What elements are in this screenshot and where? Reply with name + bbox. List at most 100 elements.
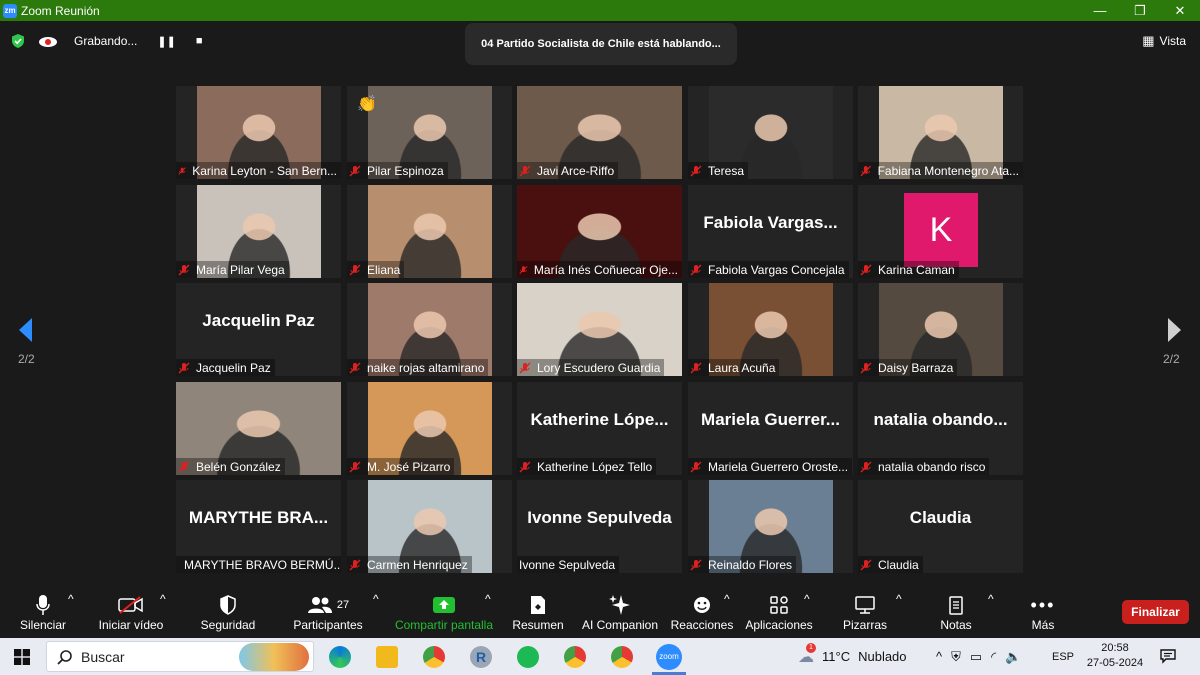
muted-microphone-icon <box>690 461 702 472</box>
muted-microphone-icon <box>519 461 531 472</box>
meeting-toolbar: Silenciar ^ Iniciar vídeo ^ Seguridad 27… <box>0 588 1200 638</box>
participant-name: Lory Escudero Guardia <box>537 360 661 375</box>
participant-tile[interactable]: Claudia Claudia <box>858 480 1023 573</box>
participant-tile[interactable]: Teresa <box>688 86 853 179</box>
participant-tile[interactable]: Carmen Henriquez <box>347 480 512 573</box>
participant-tile[interactable]: Jacquelin Paz Jacquelin Paz <box>176 283 341 376</box>
participant-tile[interactable]: Javi Arce-Riffo <box>517 86 682 179</box>
close-button[interactable]: ✕ <box>1160 0 1200 21</box>
notes-options-chevron-icon[interactable]: ^ <box>988 592 994 606</box>
spotify-icon[interactable] <box>517 646 539 668</box>
share-options-chevron-icon[interactable]: ^ <box>485 592 491 606</box>
participant-display-name: Mariela Guerrer... <box>701 410 840 429</box>
stop-recording-icon[interactable]: ■ <box>196 35 203 47</box>
security-tray-icon[interactable]: ⛨ <box>951 649 961 665</box>
chrome-profile-2-icon[interactable] <box>611 646 633 668</box>
muted-microphone-icon <box>519 265 528 274</box>
show-hidden-icons-chevron-icon[interactable]: ^ <box>936 649 942 664</box>
participant-name-label: Jacquelin Paz <box>176 359 275 376</box>
apps-options-chevron-icon[interactable]: ^ <box>804 592 810 606</box>
participant-display-name: Fabiola Vargas... <box>703 213 838 232</box>
participant-tile[interactable]: K Karina Caman <box>858 185 1023 278</box>
participant-tile[interactable]: María Pilar Vega <box>176 185 341 278</box>
summary-button[interactable]: Resumen <box>510 592 566 632</box>
windows-start-icon[interactable] <box>14 649 30 665</box>
weather-widget[interactable]: ☁ 1 11°C Nublado <box>798 638 907 675</box>
previous-page-arrow-icon[interactable] <box>16 316 36 344</box>
muted-microphone-icon <box>690 362 702 373</box>
cloud-weather-icon: ☁ 1 <box>798 642 816 666</box>
participant-name-label: Eliana <box>347 261 405 278</box>
maximize-button[interactable]: ❐ <box>1120 0 1160 21</box>
end-meeting-button[interactable]: Finalizar <box>1122 600 1189 624</box>
participant-tile[interactable]: 👏 Pilar Espinoza <box>347 86 512 179</box>
participant-name: Eliana <box>367 262 401 277</box>
participant-tile[interactable]: Karina Leyton - San Bern... <box>176 86 341 179</box>
clap-reaction-icon: 👏 <box>357 96 377 113</box>
encryption-shield-icon[interactable] <box>10 33 26 49</box>
more-button[interactable]: ••• Más <box>1022 592 1064 633</box>
participant-tile[interactable]: Eliana <box>347 185 512 278</box>
participant-name: Javi Arce-Riffo <box>537 163 615 178</box>
participant-tile[interactable]: Fabiola Vargas... Fabiola Vargas Concejal… <box>688 185 853 278</box>
participants-button[interactable]: 27 Participantes <box>288 592 368 632</box>
mute-button[interactable]: Silenciar <box>14 592 72 632</box>
participant-tile[interactable]: naike rojas altamirano <box>347 283 512 376</box>
participant-name-label: Mariela Guerrero Oroste... <box>688 458 853 475</box>
chrome-icon[interactable] <box>423 646 445 668</box>
participant-tile[interactable]: natalia obando... natalia obando risco <box>858 382 1023 475</box>
summary-icon <box>510 592 566 618</box>
clock[interactable]: 20:58 27-05-2024 <box>1086 641 1144 671</box>
participant-tile[interactable]: Mariela Guerrer... Mariela Guerrero Orost… <box>688 382 853 475</box>
participants-label: Participantes <box>293 618 363 632</box>
muted-microphone-icon <box>860 461 872 472</box>
edge-browser-icon[interactable] <box>329 646 351 668</box>
notes-button[interactable]: Notas <box>934 592 978 632</box>
language-indicator[interactable]: ESP <box>1052 638 1074 675</box>
participants-options-chevron-icon[interactable]: ^ <box>373 592 379 606</box>
whiteboard-icon <box>840 592 890 618</box>
mute-options-chevron-icon[interactable]: ^ <box>68 592 74 606</box>
participant-tile[interactable]: M. José Pizarro <box>347 382 512 475</box>
next-page-arrow-icon[interactable] <box>1164 316 1184 344</box>
share-screen-button[interactable]: Compartir pantalla <box>392 592 496 632</box>
file-explorer-icon[interactable] <box>376 646 398 668</box>
participant-name-label: María Inés Coñuecar Oje... <box>517 261 682 278</box>
whiteboards-button[interactable]: Pizarras <box>840 592 890 632</box>
ai-companion-button[interactable]: AI Companion <box>580 592 660 632</box>
r-language-icon[interactable]: R <box>470 646 492 668</box>
muted-microphone-icon <box>349 559 361 570</box>
notes-label: Notas <box>940 618 972 632</box>
reactions-options-chevron-icon[interactable]: ^ <box>724 592 730 606</box>
video-options-chevron-icon[interactable]: ^ <box>160 592 166 606</box>
security-button[interactable]: Seguridad <box>198 592 258 632</box>
battery-icon[interactable]: ▭ <box>970 649 982 665</box>
participant-tile[interactable]: MARYTHE BRA... MARYTHE BRAVO BERMÚ... <box>176 480 341 573</box>
notifications-icon[interactable] <box>1160 648 1176 664</box>
chrome-profile-icon[interactable] <box>564 646 586 668</box>
minimize-button[interactable]: — <box>1080 0 1120 21</box>
volume-icon[interactable]: 🔈 <box>1005 649 1021 665</box>
participant-name-label: Katherine López Tello <box>517 458 657 475</box>
participant-tile[interactable]: Lory Escudero Guardia <box>517 283 682 376</box>
participant-name-label: Fabiola Vargas Concejala <box>688 261 849 278</box>
participant-name-label: Laura Acuña <box>688 359 780 376</box>
participant-name: María Pilar Vega <box>196 262 285 277</box>
start-video-button[interactable]: Iniciar vídeo <box>96 592 166 632</box>
participant-tile[interactable]: Belén González <box>176 382 341 475</box>
zoom-app-icon[interactable]: zoom <box>656 644 682 670</box>
participant-tile[interactable]: Daisy Barraza <box>858 283 1023 376</box>
whiteboards-options-chevron-icon[interactable]: ^ <box>896 592 902 606</box>
participant-tile[interactable]: María Inés Coñuecar Oje... <box>517 185 682 278</box>
participant-tile[interactable]: Reinaldo Flores <box>688 480 853 573</box>
wifi-icon[interactable]: ◜ <box>991 649 996 665</box>
taskbar-search-box[interactable]: Buscar <box>46 641 314 672</box>
participant-tile[interactable]: Laura Acuña <box>688 283 853 376</box>
participant-tile[interactable]: Ivonne Sepulveda Ivonne Sepulveda <box>517 480 682 573</box>
pause-recording-icon[interactable]: ❚❚ <box>157 35 175 48</box>
participant-tile[interactable]: Katherine Lópe... Katherine López Tello <box>517 382 682 475</box>
participant-tile[interactable]: Fabiana Montenegro Ata... <box>858 86 1023 179</box>
clock-date: 27-05-2024 <box>1086 657 1144 669</box>
view-button[interactable]: ▦ Vista <box>1142 33 1186 49</box>
weather-badge: 1 <box>806 642 816 653</box>
